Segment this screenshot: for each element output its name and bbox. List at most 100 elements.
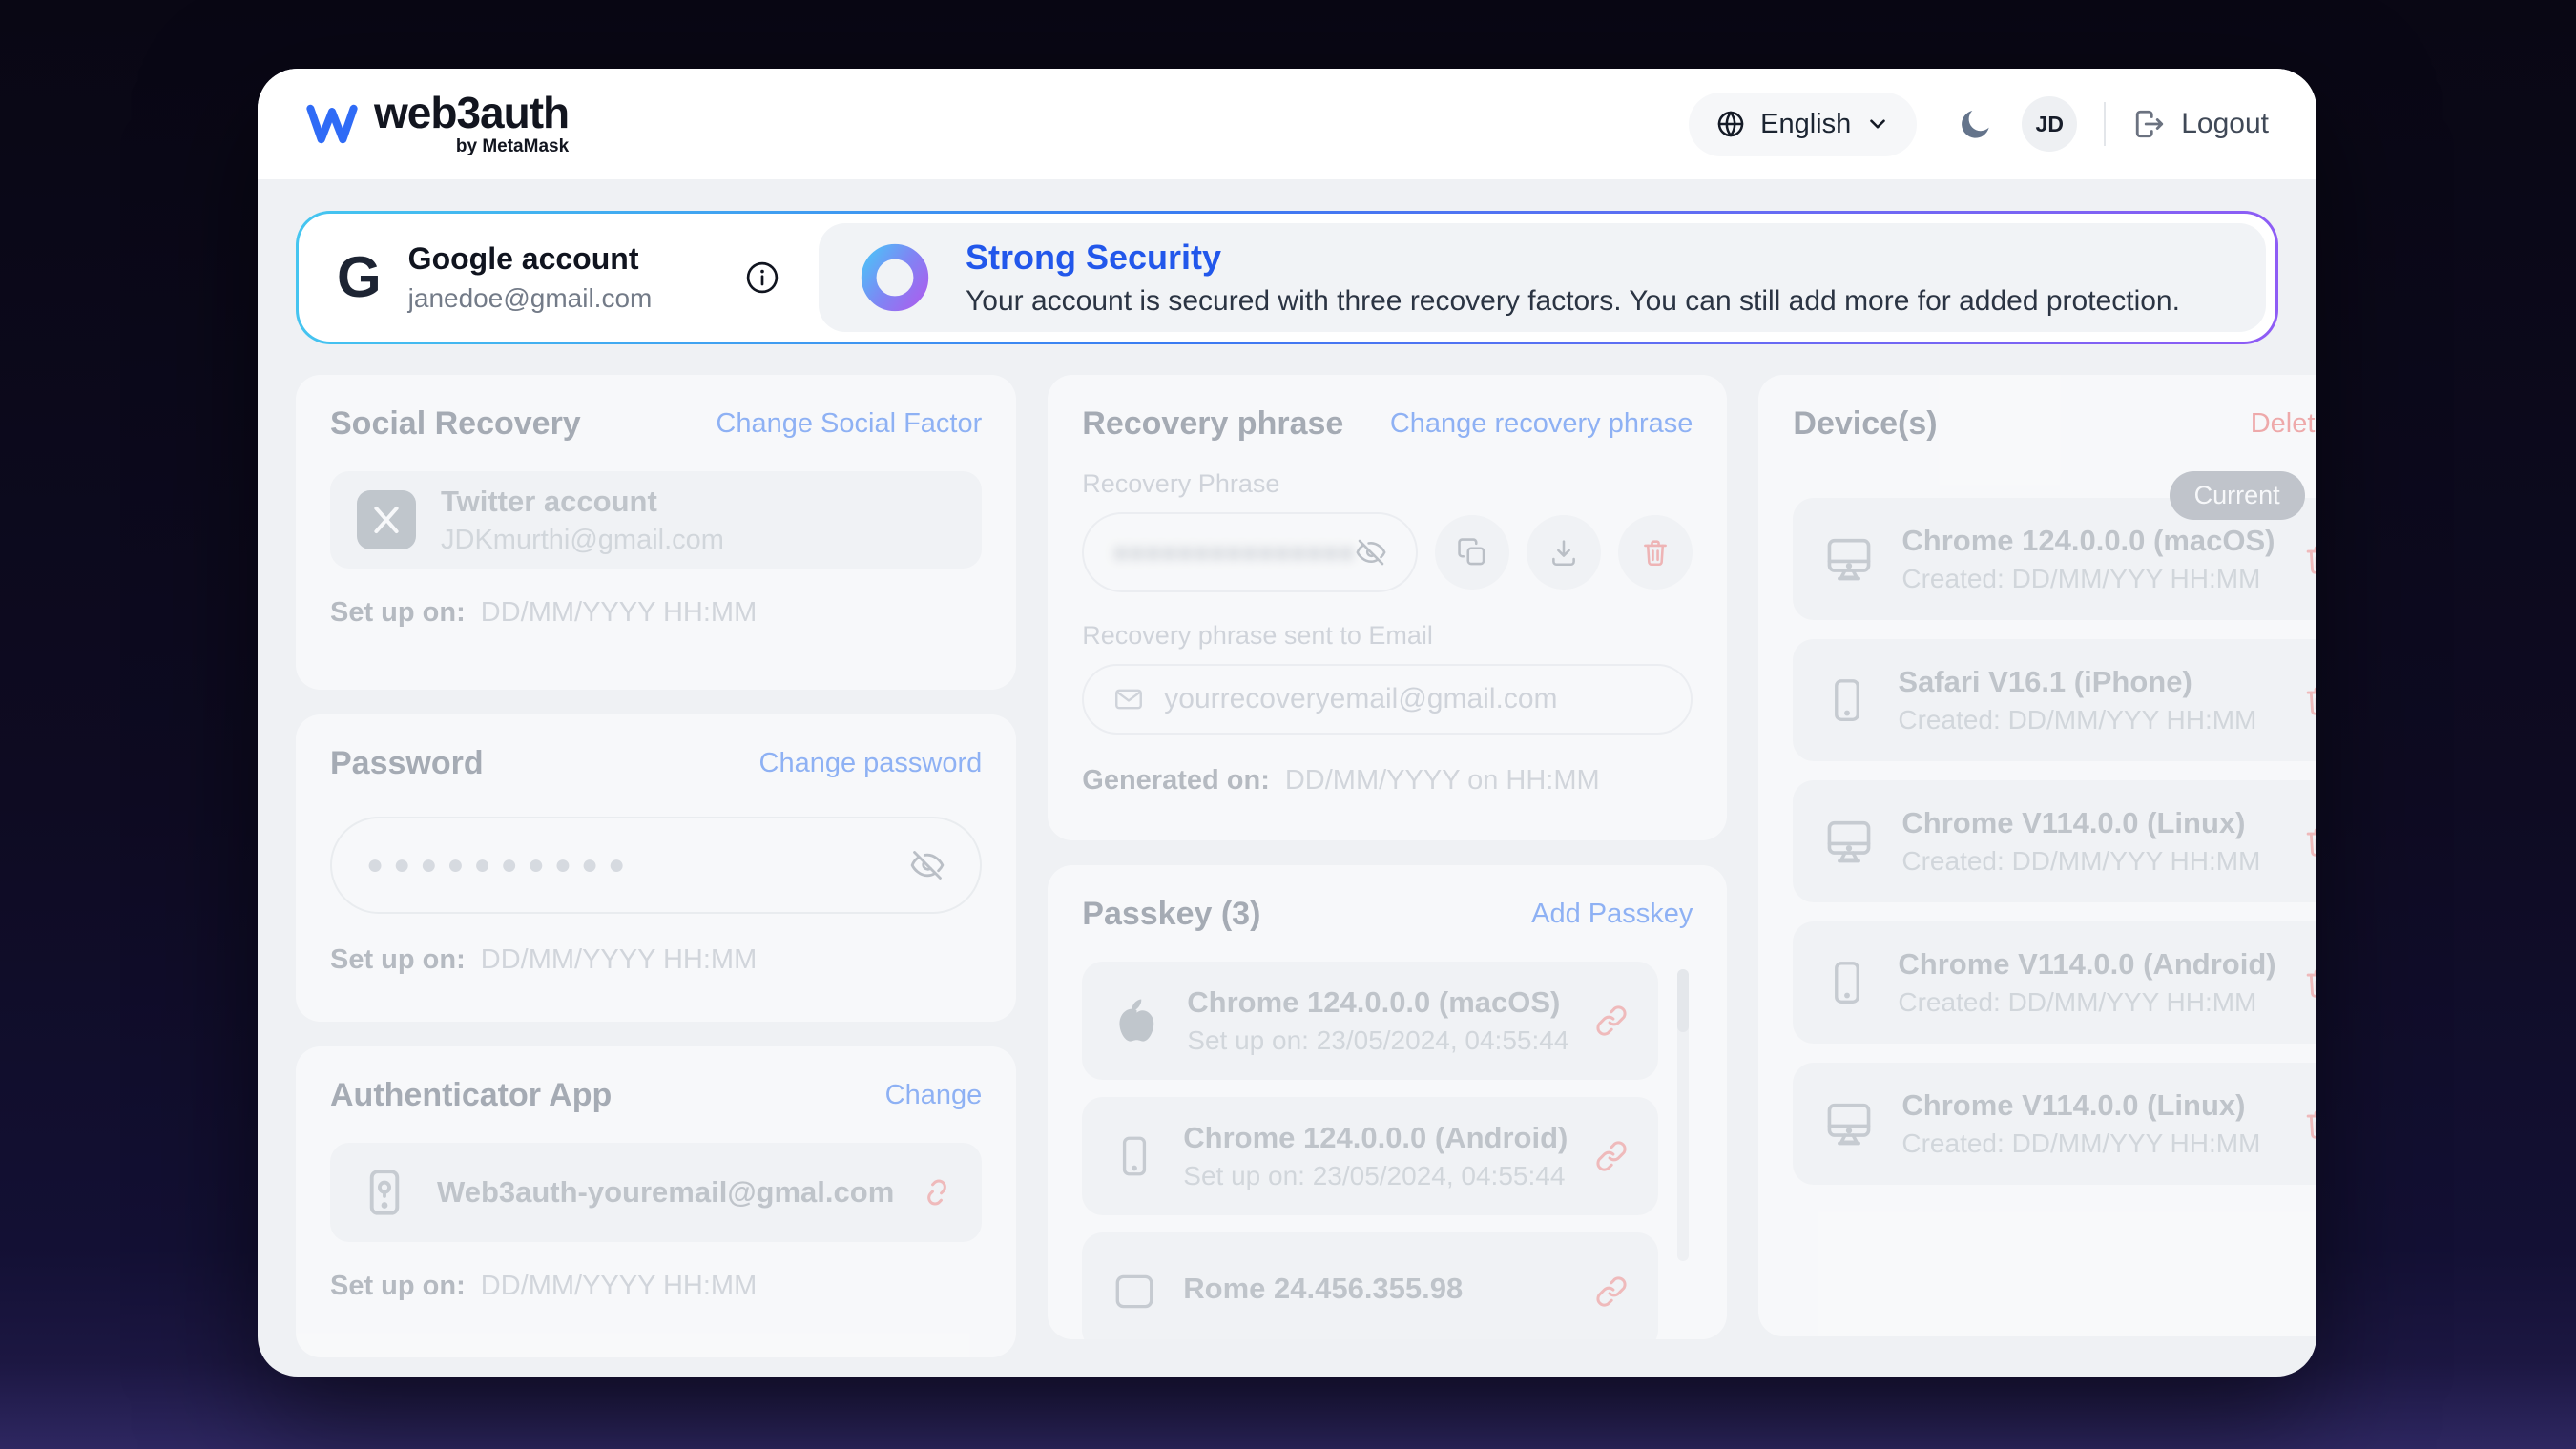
change-authenticator-link[interactable]: Change	[885, 1080, 983, 1111]
link-icon[interactable]	[1593, 1273, 1630, 1310]
copy-icon	[1456, 536, 1488, 569]
brand-byline: by MetaMask	[374, 136, 569, 157]
logout-button[interactable]: Logout	[2132, 107, 2269, 141]
generated-on-value: DD/MM/YYYY on HH:MM	[1285, 765, 1600, 797]
delete-device-icon[interactable]	[2301, 541, 2316, 577]
desktop-icon	[1821, 1096, 1877, 1151]
desktop-icon	[1821, 814, 1877, 869]
factor-columns: Social Recovery Change Social Factor Twi…	[296, 375, 2278, 1357]
link-icon[interactable]	[1593, 1138, 1630, 1174]
twitter-account-email: JDKmurthi@gmail.com	[441, 525, 955, 556]
recovery-phrase-label: Recovery Phrase	[1082, 469, 1693, 499]
passkey-item: Chrome 124.0.0.0 (Android) Set up on: 23…	[1082, 1097, 1658, 1215]
twitter-account-name: Twitter account	[441, 485, 955, 519]
device-meta: Created: DD/MM/YYY HH:MM	[1901, 1128, 2275, 1159]
download-icon	[1548, 536, 1580, 569]
authenticator-value: Web3auth-youremail@gmal.com	[437, 1175, 894, 1210]
info-icon[interactable]	[744, 259, 780, 296]
add-passkey-link[interactable]: Add Passkey	[1531, 899, 1693, 930]
password-card: Password Change password ●●●●●●●●●● Set …	[296, 714, 1016, 1022]
dark-mode-toggle[interactable]	[1957, 105, 1995, 143]
security-banner: G Google account janedoe@gmail.com	[296, 211, 2278, 344]
authenticator-card: Authenticator App Change Web3auth-yourem…	[296, 1046, 1016, 1357]
account-email: janedoe@gmail.com	[408, 283, 653, 314]
account-title: Google account	[408, 241, 653, 277]
unlink-icon[interactable]	[919, 1174, 955, 1211]
device-item: Current Chrome V114.0.0 (Android) Cre	[1793, 921, 2316, 1044]
twitter-x-icon	[357, 490, 416, 549]
avatar[interactable]: JD	[2022, 96, 2077, 152]
passkey-list: Chrome 124.0.0.0 (macOS) Set up on: 23/0…	[1082, 962, 1693, 1339]
setup-on-label: Set up on:	[330, 597, 466, 629]
security-status-title: Strong Security	[966, 238, 2180, 278]
language-label: English	[1760, 109, 1851, 140]
account-dashboard: web3auth by MetaMask English JD	[258, 69, 2316, 1377]
logout-icon	[2132, 107, 2167, 141]
device-meta: Created: DD/MM/YYY HH:MM	[1898, 987, 2275, 1018]
device-meta: Created: DD/MM/YYY HH:MM	[1898, 705, 2275, 735]
delete-all-link[interactable]: Delete all	[2251, 408, 2316, 440]
desktop-icon	[1821, 531, 1877, 587]
login-account-section: G Google account janedoe@gmail.com	[299, 214, 819, 342]
passkey-card: Passkey (3) Add Passkey	[1048, 865, 1727, 1339]
brand-name: web3auth	[374, 91, 569, 135]
web3auth-w-icon	[305, 102, 359, 146]
phone-icon	[1111, 1132, 1158, 1180]
delete-device-icon[interactable]	[2301, 682, 2316, 718]
device-name: Chrome V114.0.0 (Linux)	[1901, 1088, 2275, 1123]
passkey-scrollbar[interactable]	[1677, 969, 1689, 1261]
passkey-title: Passkey (3)	[1082, 896, 1260, 933]
google-icon: G	[337, 249, 382, 306]
content-area: G Google account janedoe@gmail.com	[258, 179, 2316, 1377]
recovery-phrase-input[interactable]: ●●●●●●●●●●●●●●●	[1082, 512, 1418, 592]
authenticator-item: Web3auth-youremail@gmal.com	[330, 1143, 982, 1242]
delete-phrase-button[interactable]	[1618, 515, 1693, 590]
security-status-section: Strong Security Your account is secured …	[819, 223, 2266, 332]
setup-on-label: Set up on:	[330, 944, 466, 976]
devices-card: Device(s) Delete all Current	[1758, 375, 2316, 1336]
device-meta: Created: DD/MM/YYY HH:MM	[1901, 564, 2275, 594]
authenticator-title: Authenticator App	[330, 1077, 612, 1114]
authenticator-phone-icon	[357, 1165, 412, 1220]
top-bar: web3auth by MetaMask English JD	[258, 69, 2316, 179]
setup-on-value: DD/MM/YYYY HH:MM	[481, 1271, 757, 1302]
topbar-divider	[2104, 102, 2106, 146]
device-name: Chrome V114.0.0 (Linux)	[1901, 806, 2275, 840]
recovery-email-input[interactable]: yourrecoveryemail@gmail.com	[1082, 664, 1693, 735]
mobile-icon	[1821, 957, 1873, 1008]
social-recovery-card: Social Recovery Change Social Factor Twi…	[296, 375, 1016, 690]
eye-off-icon[interactable]	[1355, 536, 1387, 569]
delete-device-icon[interactable]	[2301, 1106, 2316, 1142]
download-phrase-button[interactable]	[1527, 515, 1601, 590]
passkey-item: Rome 24.456.355.98	[1082, 1232, 1658, 1339]
generated-on-label: Generated on:	[1082, 765, 1270, 797]
logout-label: Logout	[2181, 108, 2269, 140]
delete-device-icon[interactable]	[2301, 823, 2316, 859]
recovery-phrase-hidden-value: ●●●●●●●●●●●●●●●	[1112, 537, 1355, 568]
device-list: Current Chrome 124.0.0.0 (macOS) Crea	[1793, 498, 2316, 1185]
device-name: Safari V16.1 (iPhone)	[1898, 665, 2275, 699]
language-selector[interactable]: English	[1689, 93, 1917, 156]
passkey-name: Rome 24.456.355.98	[1183, 1272, 1568, 1306]
social-recovery-title: Social Recovery	[330, 405, 581, 443]
device-item: Current Chrome V114.0.0 (Linux) Creat	[1793, 1063, 2316, 1185]
setup-on-value: DD/MM/YYYY HH:MM	[481, 944, 757, 976]
delete-device-icon[interactable]	[2301, 964, 2316, 1001]
recovery-phrase-title: Recovery phrase	[1082, 405, 1343, 443]
apple-icon	[1111, 995, 1162, 1046]
change-password-link[interactable]: Change password	[759, 748, 983, 779]
browser-icon	[1111, 1268, 1158, 1315]
setup-on-value: DD/MM/YYYY HH:MM	[481, 597, 757, 629]
passkey-name: Chrome 124.0.0.0 (Android)	[1183, 1121, 1568, 1155]
change-recovery-phrase-link[interactable]: Change recovery phrase	[1390, 408, 1693, 440]
envelope-icon	[1112, 683, 1145, 715]
security-status-message: Your account is secured with three recov…	[966, 285, 2180, 318]
scrollbar-thumb[interactable]	[1677, 969, 1689, 1032]
eye-off-icon[interactable]	[909, 847, 945, 883]
setup-on-label: Set up on:	[330, 1271, 466, 1302]
change-social-factor-link[interactable]: Change Social Factor	[716, 408, 982, 440]
device-name: Chrome 124.0.0.0 (macOS)	[1901, 524, 2275, 558]
link-icon[interactable]	[1593, 1003, 1630, 1039]
password-input[interactable]: ●●●●●●●●●●	[330, 817, 982, 914]
copy-phrase-button[interactable]	[1435, 515, 1509, 590]
